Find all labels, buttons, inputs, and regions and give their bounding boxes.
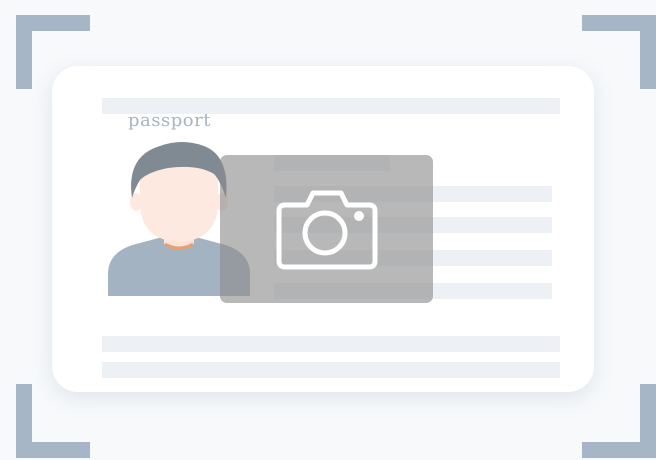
footer-line-1 [102, 336, 560, 352]
camera-overlay[interactable] [220, 155, 433, 303]
frame-corner-bottom-right [582, 384, 656, 458]
frame-corner-top-right [582, 15, 656, 89]
camera-icon [276, 190, 377, 270]
passport-label: passport [128, 110, 211, 131]
passport-card: passport [52, 66, 594, 392]
footer-line-2 [102, 362, 560, 378]
frame-corner-bottom-left [16, 384, 90, 458]
passport-scan-illustration: passport [0, 0, 656, 460]
